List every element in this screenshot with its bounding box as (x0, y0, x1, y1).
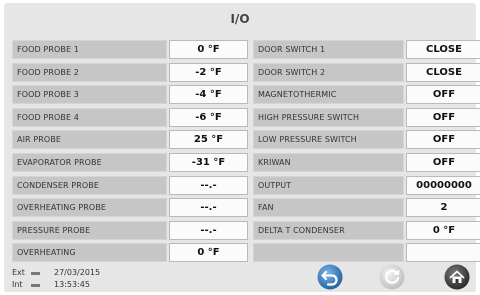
left-row-value: -2 °F (169, 63, 248, 82)
left-row-value: -6 °F (169, 108, 248, 127)
right-row-value: OFF (406, 153, 480, 172)
left-row-label: PRESSURE PROBE (12, 221, 167, 240)
left-row-label: CONDENSER PROBE (12, 176, 167, 195)
home-icon (444, 264, 470, 290)
right-row-value: 2 (406, 198, 480, 217)
io-screen: I/O FOOD PROBE 10 °F FOOD PROBE 2 -2 °F FOO… (4, 3, 480, 292)
right-row-value: 00000000 (406, 176, 480, 195)
right-row-value: CLOSE (406, 40, 480, 59)
right-row-label (253, 243, 404, 262)
right-row-label: FAN (253, 198, 404, 217)
left-row-value: 0 °F (169, 40, 248, 59)
right-row-label: HIGH PRESSURE SWITCH (253, 108, 404, 127)
left-row-value: 25 °F (169, 130, 248, 149)
right-row-label: DOOR SWITCH 1 (253, 40, 404, 59)
right-row-label: MAGNETOTHERMIC (253, 85, 404, 104)
left-row-label: FOOD PROBE 1 (12, 40, 167, 59)
left-row-value: -4 °F (169, 85, 248, 104)
ext-legend-bar (31, 272, 40, 275)
left-row-label: EVAPORATOR PROBE (12, 153, 167, 172)
refresh-button[interactable] (379, 264, 405, 290)
right-row-label: KRIWAN (253, 153, 404, 172)
left-row-label: OVERHEATING PROBE (12, 198, 167, 217)
int-legend-bar (31, 284, 40, 287)
left-row-label: FOOD PROBE 4 (12, 108, 167, 127)
left-row-value: --.- (169, 176, 248, 195)
right-row-label: OUTPUT (253, 176, 404, 195)
right-row-label: LOW PRESSURE SWITCH (253, 130, 404, 149)
back-arrow-icon (317, 264, 343, 290)
right-row-value: OFF (406, 130, 480, 149)
left-row-value: 0 °F (169, 243, 248, 262)
back-button[interactable] (317, 264, 343, 290)
refresh-icon (379, 264, 405, 290)
footer-time: 13:53:45 (54, 280, 90, 289)
right-row-value: 0 °F (406, 221, 480, 240)
ext-label: Ext (12, 268, 25, 277)
right-row-value (406, 243, 480, 262)
footer-date: 27/03/2015 (54, 268, 101, 277)
left-row-label: AIR PROBE (12, 130, 167, 149)
page-title: I/O (230, 12, 250, 26)
right-row-value: OFF (406, 85, 480, 104)
left-row-value: -31 °F (169, 153, 248, 172)
right-row-value: OFF (406, 108, 480, 127)
int-label: Int (12, 280, 23, 289)
left-row-value: --.- (169, 198, 248, 217)
home-button[interactable] (444, 264, 470, 290)
left-row-value: --.- (169, 221, 248, 240)
right-row-label: DOOR SWITCH 2 (253, 63, 404, 82)
right-row-value: CLOSE (406, 63, 480, 82)
left-row-label: FOOD PROBE 2 (12, 63, 167, 82)
left-row-label: OVERHEATING (12, 243, 167, 262)
left-row-label: FOOD PROBE 3 (12, 85, 167, 104)
right-row-label: DELTA T CONDENSER (253, 221, 404, 240)
